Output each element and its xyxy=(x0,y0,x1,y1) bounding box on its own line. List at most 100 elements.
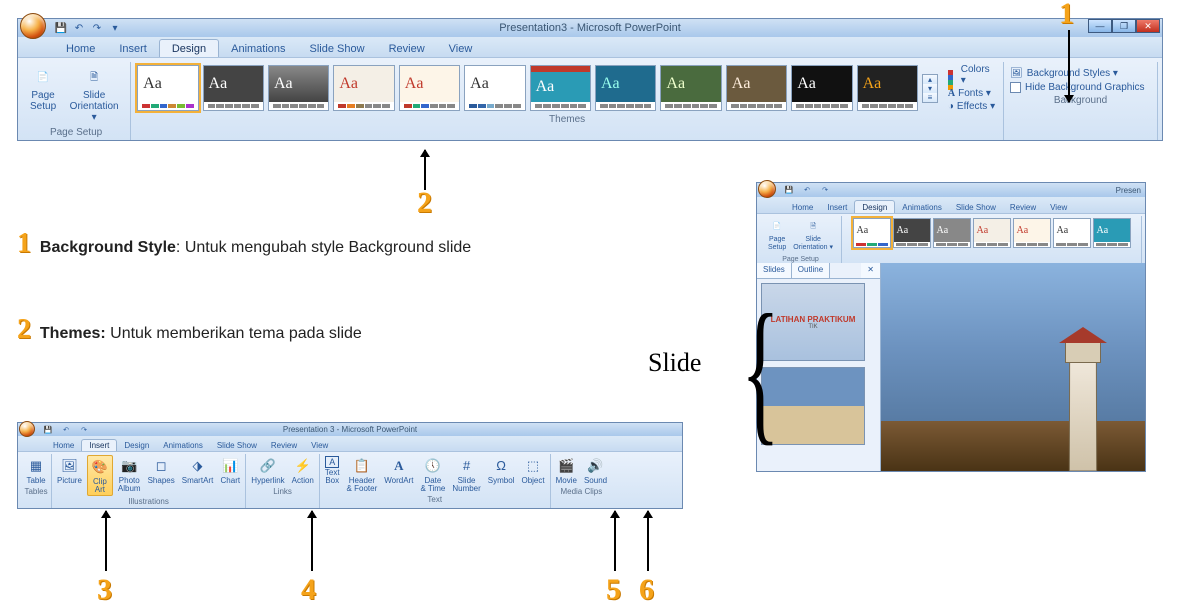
object-button[interactable]: ⬚Object xyxy=(519,455,546,494)
mini-theme-1[interactable]: Aa xyxy=(853,218,891,248)
theme-thumb-9[interactable]: Aa xyxy=(660,65,721,111)
slides-tab[interactable]: Slides xyxy=(757,263,792,278)
close-pane-icon[interactable]: ✕ xyxy=(861,263,880,278)
group-pagesetup: 📄 Page Setup 🗎 Slide Orientation ▾ Page … xyxy=(22,62,131,140)
theme-thumb-3[interactable]: Aa xyxy=(268,65,329,111)
insert-save-icon[interactable]: 💾 xyxy=(41,423,55,437)
slide-orientation-button[interactable]: 🗎 Slide Orientation ▾ xyxy=(64,64,124,125)
group-label-tables: Tables xyxy=(24,486,48,498)
action-button[interactable]: ⚡Action xyxy=(290,455,316,486)
theme-thumb-8[interactable]: Aa xyxy=(595,65,656,111)
wordart-button[interactable]: AWordArt xyxy=(382,455,415,494)
picture-button[interactable]: 🖼Picture xyxy=(55,455,84,496)
close-button[interactable]: ✕ xyxy=(1136,19,1160,33)
mini-theme-6[interactable]: Aa xyxy=(1053,218,1091,248)
redo-icon[interactable]: ↷ xyxy=(90,21,104,35)
mini-redo-icon[interactable]: ↷ xyxy=(818,183,832,197)
background-styles-button[interactable]: 🖼Background Styles ▾ xyxy=(1010,68,1118,79)
mini-theme-2[interactable]: Aa xyxy=(893,218,931,248)
arrow-4 xyxy=(311,511,313,571)
mini-tab-slideshow[interactable]: Slide Show xyxy=(949,201,1003,213)
table-button[interactable]: ▦Table xyxy=(24,455,48,486)
undo-icon[interactable]: ↶ xyxy=(72,21,86,35)
theme-thumb-10[interactable]: Aa xyxy=(726,65,787,111)
theme-thumb-12[interactable]: Aa xyxy=(857,65,918,111)
mini-theme-7[interactable]: Aa xyxy=(1093,218,1131,248)
headerfooter-button[interactable]: 📋Header & Footer xyxy=(345,455,380,494)
mini-tab-design[interactable]: Design xyxy=(854,200,895,213)
office-orb[interactable] xyxy=(20,13,46,39)
theme-thumb-2[interactable]: Aa xyxy=(203,65,264,111)
group-illustrations: 🖼Picture 🎨Clip Art 📷Photo Album ◻Shapes … xyxy=(52,454,246,508)
page-setup-button[interactable]: 📄 Page Setup xyxy=(28,64,58,125)
mini-titlebar: 💾 ↶ ↷ Presen xyxy=(757,183,1145,197)
ins-tab-view[interactable]: View xyxy=(304,440,335,451)
theme-thumb-1[interactable]: Aa xyxy=(137,65,198,111)
ins-tab-animations[interactable]: Animations xyxy=(156,440,210,451)
mini-office-orb[interactable] xyxy=(758,180,776,198)
mini-tab-view[interactable]: View xyxy=(1043,201,1074,213)
minimize-button[interactable]: — xyxy=(1088,19,1112,33)
chart-button[interactable]: 📊Chart xyxy=(218,455,242,496)
symbol-button[interactable]: ΩSymbol xyxy=(486,455,517,494)
theme-scroll-down[interactable]: ▾ xyxy=(923,84,937,93)
mini-tab-review[interactable]: Review xyxy=(1003,201,1043,213)
shapes-button[interactable]: ◻Shapes xyxy=(146,455,177,496)
mini-tab-home[interactable]: Home xyxy=(785,201,820,213)
hyperlink-button[interactable]: 🔗Hyperlink xyxy=(249,455,286,486)
mini-theme-3[interactable]: Aa xyxy=(933,218,971,248)
quick-access-toolbar: 💾 ↶ ↷ ▾ xyxy=(54,21,122,35)
tab-animations[interactable]: Animations xyxy=(219,40,297,57)
qat-dropdown-icon[interactable]: ▾ xyxy=(108,21,122,35)
insert-redo-icon[interactable]: ↷ xyxy=(77,423,91,437)
theme-scroll-up[interactable]: ▴ xyxy=(923,75,937,84)
smartart-button[interactable]: ⬗SmartArt xyxy=(180,455,216,496)
outline-tab[interactable]: Outline xyxy=(792,263,830,278)
mini-theme-4[interactable]: Aa xyxy=(973,218,1011,248)
clipart-button[interactable]: 🎨Clip Art xyxy=(87,455,113,496)
insert-undo-icon[interactable]: ↶ xyxy=(59,423,73,437)
sound-button[interactable]: 🔊Sound xyxy=(582,455,609,486)
group-label-themes: Themes xyxy=(137,112,997,127)
ins-tab-review[interactable]: Review xyxy=(264,440,304,451)
tab-view[interactable]: View xyxy=(437,40,485,57)
mini-group-themes: Aa Aa Aa Aa Aa Aa Aa xyxy=(842,216,1142,263)
ins-tab-home[interactable]: Home xyxy=(46,440,81,451)
tab-design[interactable]: Design xyxy=(159,39,219,57)
tab-home[interactable]: Home xyxy=(54,40,107,57)
tab-slideshow[interactable]: Slide Show xyxy=(298,40,377,57)
theme-effects-button[interactable]: ◑Effects ▾ xyxy=(948,101,997,112)
mini-theme-5[interactable]: Aa xyxy=(1013,218,1051,248)
movie-button[interactable]: 🎬Movie xyxy=(554,455,579,486)
theme-fonts-button[interactable]: AFonts ▾ xyxy=(948,88,997,99)
clipart-label: Clip Art xyxy=(93,478,107,494)
datetime-button[interactable]: 🕔Date & Time xyxy=(418,455,447,494)
mini-tab-insert[interactable]: Insert xyxy=(820,201,854,213)
tab-insert[interactable]: Insert xyxy=(107,40,159,57)
callout-3: 3 xyxy=(97,573,112,607)
insert-orb[interactable] xyxy=(19,421,35,437)
mini-save-icon[interactable]: 💾 xyxy=(782,183,796,197)
theme-gallery-expand[interactable]: ≡ xyxy=(923,93,937,102)
theme-thumb-5[interactable]: Aa xyxy=(399,65,460,111)
theme-colors-button[interactable]: Colors ▾ xyxy=(948,64,997,86)
mini-undo-icon[interactable]: ↶ xyxy=(800,183,814,197)
tab-review[interactable]: Review xyxy=(377,40,437,57)
photo-album-button[interactable]: 📷Photo Album xyxy=(116,455,143,496)
slide-editor-pane[interactable] xyxy=(881,263,1145,471)
ins-tab-design[interactable]: Design xyxy=(117,440,156,451)
mini-page-setup-button[interactable]: 📄Page Setup xyxy=(766,218,788,254)
slidenumber-button[interactable]: #Slide Number xyxy=(450,455,482,494)
theme-thumb-11[interactable]: Aa xyxy=(791,65,852,111)
ins-tab-slideshow[interactable]: Slide Show xyxy=(210,440,264,451)
theme-thumb-7[interactable]: Aa xyxy=(530,65,591,111)
theme-thumb-6[interactable]: Aa xyxy=(464,65,525,111)
mini-tab-animations[interactable]: Animations xyxy=(895,201,949,213)
mini-orientation-button[interactable]: 🗎Slide Orientation ▾ xyxy=(791,218,835,254)
maximize-button[interactable]: ❐ xyxy=(1112,19,1136,33)
save-icon[interactable]: 💾 xyxy=(54,21,68,35)
ins-tab-insert[interactable]: Insert xyxy=(81,439,117,451)
hide-bg-graphics-checkbox[interactable]: Hide Background Graphics xyxy=(1010,82,1145,93)
textbox-button[interactable]: AText Box xyxy=(323,455,342,494)
theme-thumb-4[interactable]: Aa xyxy=(333,65,394,111)
